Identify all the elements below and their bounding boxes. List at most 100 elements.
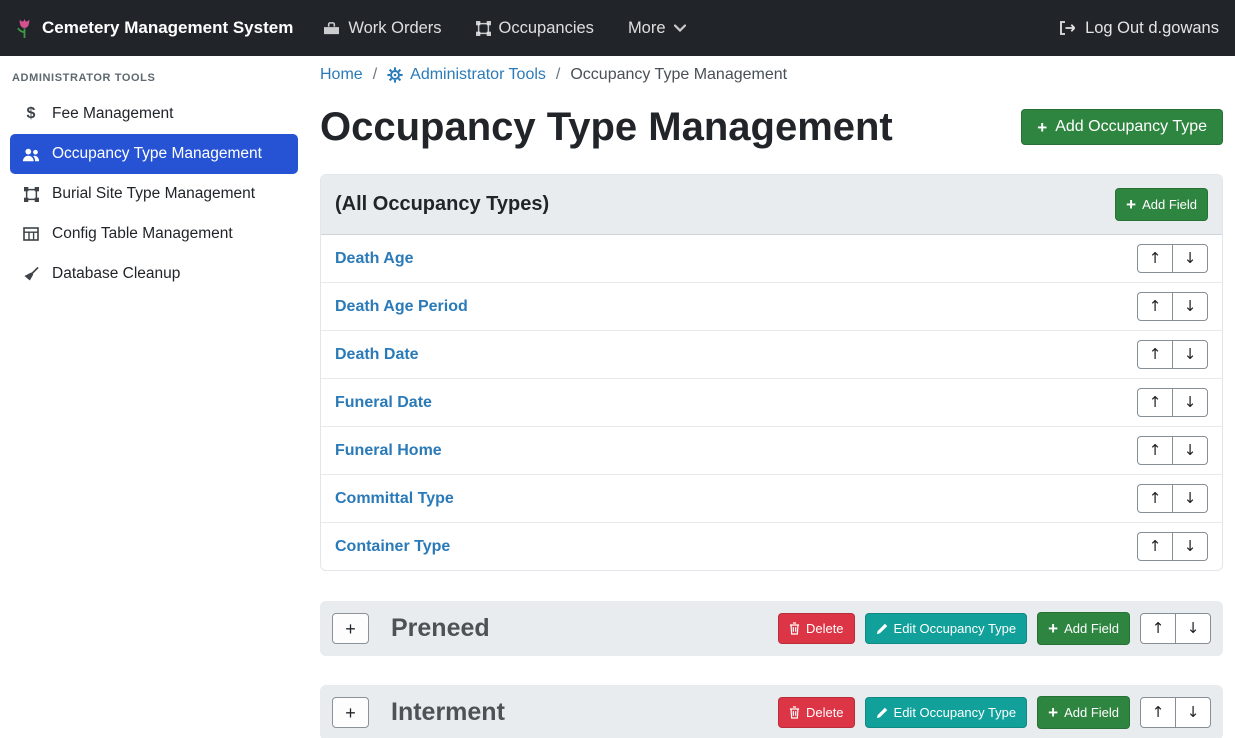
expand-button[interactable]: + xyxy=(332,697,369,728)
move-down-button[interactable]: ↓ xyxy=(1172,340,1208,369)
delete-label: Delete xyxy=(806,705,844,720)
move-down-button[interactable]: ↓ xyxy=(1175,697,1211,728)
delete-button[interactable]: Delete xyxy=(778,613,855,644)
breadcrumb-admin-tools-link[interactable]: Administrator Tools xyxy=(387,66,546,84)
frame-icon xyxy=(476,21,491,36)
reorder-buttons: ↑ ↓ xyxy=(1140,697,1211,728)
move-up-button[interactable]: ↑ xyxy=(1140,613,1176,644)
up-arrow-icon: ↑ xyxy=(1149,539,1162,554)
plus-icon: + xyxy=(1048,620,1058,637)
nav-item-occupancies[interactable]: Occupancies xyxy=(476,19,594,38)
move-down-button[interactable]: ↓ xyxy=(1172,388,1208,417)
add-occupancy-type-label: Add Occupancy Type xyxy=(1055,118,1207,136)
nav-item-label: Occupancies xyxy=(499,19,594,38)
nav-item-more[interactable]: More xyxy=(628,19,686,38)
move-down-button[interactable]: ↓ xyxy=(1172,244,1208,273)
down-arrow-icon: ↓ xyxy=(1184,299,1197,314)
sidebar-item-config-table-management[interactable]: Config Table Management xyxy=(10,214,298,254)
move-down-button[interactable]: ↓ xyxy=(1172,292,1208,321)
up-arrow-icon: ↑ xyxy=(1149,299,1162,314)
app-brand[interactable]: Cemetery Management System xyxy=(16,18,293,39)
tulip-logo-icon xyxy=(16,18,33,39)
breadcrumb-separator: / xyxy=(373,66,377,84)
move-up-button[interactable]: ↑ xyxy=(1137,436,1173,465)
add-field-button[interactable]: + Add Field xyxy=(1037,612,1130,645)
delete-button[interactable]: Delete xyxy=(778,697,855,728)
down-arrow-icon: ↓ xyxy=(1184,395,1197,410)
move-down-button[interactable]: ↓ xyxy=(1175,613,1211,644)
sidebar-item-occupancy-type-management[interactable]: Occupancy Type Management xyxy=(10,134,298,174)
add-field-button[interactable]: + Add Field xyxy=(1115,188,1208,221)
field-link[interactable]: Funeral Date xyxy=(335,394,432,412)
move-up-button[interactable]: ↑ xyxy=(1137,388,1173,417)
plus-icon: + xyxy=(1037,119,1047,136)
logout-button[interactable]: Log Out d.gowans xyxy=(1058,19,1219,38)
top-navbar: Cemetery Management System Work Orders xyxy=(0,0,1235,56)
field-link[interactable]: Death Age Period xyxy=(335,298,468,316)
down-arrow-icon: ↓ xyxy=(1184,251,1197,266)
add-occupancy-type-button[interactable]: + Add Occupancy Type xyxy=(1021,109,1223,145)
edit-occupancy-type-button[interactable]: Edit Occupancy Type xyxy=(865,697,1028,728)
field-link[interactable]: Funeral Home xyxy=(335,442,442,460)
users-icon xyxy=(20,147,42,162)
app-brand-label: Cemetery Management System xyxy=(42,18,293,38)
section-title: Interment xyxy=(391,698,505,727)
reorder-buttons: ↑ ↓ xyxy=(1137,244,1208,273)
trash-icon xyxy=(789,706,800,719)
field-row: Funeral Home ↑ ↓ xyxy=(321,426,1222,474)
field-row: Death Age ↑ ↓ xyxy=(321,235,1222,282)
sidebar-item-fee-management[interactable]: $ Fee Management xyxy=(10,94,298,134)
sidebar-item-database-cleanup[interactable]: Database Cleanup xyxy=(10,254,298,294)
page-title: Occupancy Type Management xyxy=(320,102,893,152)
field-link[interactable]: Death Age xyxy=(335,250,414,268)
vector-square-icon xyxy=(20,187,42,202)
occupancy-type-sections: + Preneed Delete Edit Occupancy Type xyxy=(320,601,1223,738)
table-icon xyxy=(20,227,42,241)
sidebar-item-label: Fee Management xyxy=(52,105,174,123)
main-content: Home / Administrator Tools xyxy=(300,56,1235,738)
expand-button[interactable]: + xyxy=(332,613,369,644)
up-arrow-icon: ↑ xyxy=(1149,443,1162,458)
up-arrow-icon: ↑ xyxy=(1149,491,1162,506)
nav-item-work-orders[interactable]: Work Orders xyxy=(323,19,441,38)
section-actions: Delete Edit Occupancy Type + Add Field ↑ xyxy=(778,696,1211,729)
field-link[interactable]: Death Date xyxy=(335,346,419,364)
breadcrumb-current: Occupancy Type Management xyxy=(570,66,787,84)
down-arrow-icon: ↓ xyxy=(1184,443,1197,458)
sidebar-item-burial-site-type-management[interactable]: Burial Site Type Management xyxy=(10,174,298,214)
reorder-buttons: ↑ ↓ xyxy=(1137,292,1208,321)
edit-occupancy-type-button[interactable]: Edit Occupancy Type xyxy=(865,613,1028,644)
move-up-button[interactable]: ↑ xyxy=(1140,697,1176,728)
down-arrow-icon: ↓ xyxy=(1184,539,1197,554)
plus-icon: + xyxy=(345,620,356,638)
plus-icon: + xyxy=(1126,196,1136,213)
add-field-button[interactable]: + Add Field xyxy=(1037,696,1130,729)
reorder-buttons: ↑ ↓ xyxy=(1137,388,1208,417)
edit-label: Edit Occupancy Type xyxy=(894,705,1017,720)
sidebar-item-label: Burial Site Type Management xyxy=(52,185,255,203)
field-row: Death Date ↑ ↓ xyxy=(321,330,1222,378)
up-arrow-icon: ↑ xyxy=(1152,705,1165,720)
field-link[interactable]: Committal Type xyxy=(335,490,454,508)
move-down-button[interactable]: ↓ xyxy=(1172,436,1208,465)
up-arrow-icon: ↑ xyxy=(1149,347,1162,362)
move-up-button[interactable]: ↑ xyxy=(1137,484,1173,513)
field-row: Committal Type ↑ ↓ xyxy=(321,474,1222,522)
up-arrow-icon: ↑ xyxy=(1152,621,1165,636)
reorder-buttons: ↑ ↓ xyxy=(1140,613,1211,644)
add-field-label: Add Field xyxy=(1064,705,1119,720)
move-up-button[interactable]: ↑ xyxy=(1137,532,1173,561)
move-up-button[interactable]: ↑ xyxy=(1137,244,1173,273)
sidebar-item-label: Occupancy Type Management xyxy=(52,145,262,163)
all-types-card: (All Occupancy Types) + Add Field Death … xyxy=(320,174,1223,571)
move-up-button[interactable]: ↑ xyxy=(1137,292,1173,321)
breadcrumb-home-link[interactable]: Home xyxy=(320,66,363,84)
all-types-card-header: (All Occupancy Types) + Add Field xyxy=(321,175,1222,235)
move-down-button[interactable]: ↓ xyxy=(1172,484,1208,513)
field-link[interactable]: Container Type xyxy=(335,538,450,556)
move-down-button[interactable]: ↓ xyxy=(1172,532,1208,561)
gear-icon xyxy=(387,67,403,83)
move-up-button[interactable]: ↑ xyxy=(1137,340,1173,369)
plus-icon: + xyxy=(1048,704,1058,721)
dollar-icon: $ xyxy=(20,105,42,123)
